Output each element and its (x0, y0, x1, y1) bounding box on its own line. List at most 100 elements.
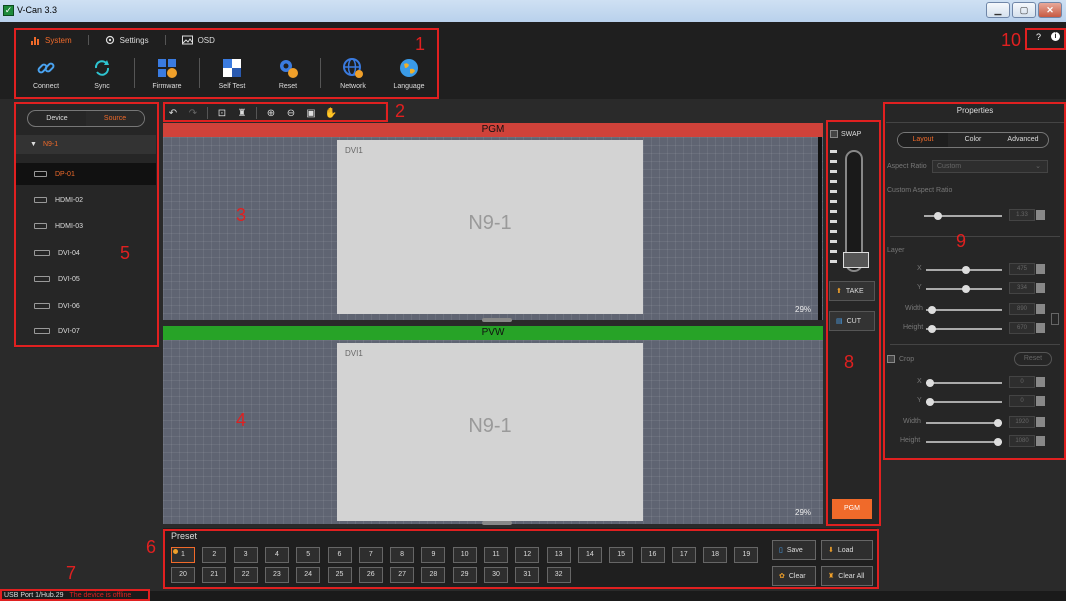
crop-y-slider[interactable] (926, 398, 1002, 406)
custom-aspect-input[interactable]: 1.33 (1009, 209, 1035, 221)
preset-button-16[interactable]: 16 (640, 547, 665, 563)
zoom-out-icon[interactable]: ⊖ (281, 108, 301, 119)
tab-color[interactable]: Color (948, 133, 998, 147)
save-preset-button[interactable]: ▯ Save (772, 540, 816, 560)
preset-button-13[interactable]: 13 (546, 547, 571, 563)
preset-button-26[interactable]: 26 (358, 567, 383, 583)
spin-icon[interactable] (1036, 264, 1045, 274)
redo-icon[interactable]: ↷ (183, 108, 203, 119)
preset-button-14[interactable]: 14 (577, 547, 602, 563)
spin-icon[interactable] (1036, 417, 1045, 427)
pvw-hscroll[interactable] (482, 521, 512, 525)
load-preset-button[interactable]: ⬇ Load (821, 540, 873, 560)
crop-y-input[interactable]: 0 (1009, 395, 1035, 407)
crop-x-input[interactable]: 0 (1009, 376, 1035, 388)
connect-button[interactable]: Connect (18, 56, 74, 90)
source-item-hdmi-03[interactable]: HDMI-03 (16, 215, 156, 237)
tbar-handle[interactable] (843, 252, 869, 268)
preset-button-1[interactable]: 1 (171, 547, 195, 563)
source-item-dp-01[interactable]: DP-01 (16, 163, 156, 185)
pvw-canvas[interactable]: DVI1 N9-1 29% (163, 340, 823, 524)
tab-settings[interactable]: Settings (89, 35, 166, 45)
clean-icon[interactable]: ♜ (232, 108, 252, 119)
pgm-layer[interactable]: DVI1 N9-1 (337, 140, 643, 314)
maximize-button[interactable]: ▢ (1012, 2, 1036, 18)
cut-button[interactable]: ▤ CUT (829, 311, 875, 331)
preset-button-7[interactable]: 7 (358, 547, 383, 563)
hand-icon[interactable]: ✋ (321, 108, 341, 119)
crop-x-slider[interactable] (926, 379, 1002, 387)
swap-toggle[interactable]: SWAP (830, 130, 861, 138)
minimize-button[interactable]: ▁ (986, 2, 1010, 18)
sync-button[interactable]: Sync (74, 56, 130, 90)
tab-layout[interactable]: Layout (898, 133, 948, 147)
lock-icon[interactable]: ⊡ (212, 108, 232, 119)
slider-knob[interactable] (962, 266, 970, 274)
swap-checkbox[interactable] (830, 130, 838, 138)
source-item-dvi-04[interactable]: DVI-04 (16, 242, 156, 264)
preset-button-31[interactable]: 31 (515, 567, 540, 583)
spin-icon[interactable] (1036, 323, 1045, 333)
preset-button-8[interactable]: 8 (390, 547, 415, 563)
tab-osd[interactable]: OSD (166, 35, 231, 45)
crop-height-input[interactable]: 1080 (1009, 435, 1035, 447)
preset-button-12[interactable]: 12 (515, 547, 540, 563)
preset-button-11[interactable]: 11 (484, 547, 508, 563)
spin-icon[interactable] (1036, 210, 1045, 220)
crop-reset-button[interactable]: Reset (1014, 352, 1052, 366)
preset-button-5[interactable]: 5 (296, 547, 321, 563)
slider-knob[interactable] (928, 325, 936, 333)
pvw-layer[interactable]: DVI1 N9-1 (337, 343, 643, 521)
firmware-button[interactable]: Firmware (139, 56, 195, 90)
aspect-lock-icon[interactable] (1051, 313, 1059, 325)
y-slider[interactable] (926, 285, 1002, 293)
clear-all-button[interactable]: ♜ Clear All (821, 566, 873, 586)
source-item-hdmi-02[interactable]: HDMI-02 (16, 189, 156, 211)
preset-button-3[interactable]: 3 (233, 547, 258, 563)
zoom-in-icon[interactable]: ⊕ (261, 108, 281, 119)
info-icon[interactable]: i (1051, 32, 1060, 41)
pgm-vscroll[interactable] (818, 137, 822, 320)
height-slider[interactable] (926, 325, 1002, 333)
reset-button[interactable]: Reset (260, 56, 316, 90)
device-tree-root[interactable]: ▼ N9-1 (16, 135, 156, 154)
crop-height-slider[interactable] (926, 438, 1002, 446)
preset-button-10[interactable]: 10 (452, 547, 477, 563)
segment-source[interactable]: Source (86, 111, 144, 126)
spin-icon[interactable] (1036, 396, 1045, 406)
spin-icon[interactable] (1036, 436, 1045, 446)
language-button[interactable]: Language (381, 56, 437, 90)
preset-button-9[interactable]: 9 (421, 547, 446, 563)
slider-knob[interactable] (994, 419, 1002, 427)
fit-icon[interactable]: ▣ (301, 108, 321, 119)
preset-button-28[interactable]: 28 (421, 567, 446, 583)
spin-icon[interactable] (1036, 304, 1045, 314)
height-input[interactable]: 670 (1009, 322, 1035, 334)
pgm-canvas[interactable]: DVI1 N9-1 29% (163, 137, 823, 320)
y-input[interactable]: 334 (1009, 282, 1035, 294)
slider-knob[interactable] (934, 212, 942, 220)
clear-preset-button[interactable]: ✿ Clear (772, 566, 816, 586)
tab-advanced[interactable]: Advanced (998, 133, 1048, 147)
x-input[interactable]: 475 (1009, 263, 1035, 275)
spin-icon[interactable] (1036, 377, 1045, 387)
preset-button-15[interactable]: 15 (609, 547, 634, 563)
crop-toggle[interactable]: Crop (887, 355, 914, 363)
undo-icon[interactable]: ↶ (163, 108, 183, 119)
selftest-button[interactable]: Self Test (204, 56, 260, 90)
preset-button-24[interactable]: 24 (296, 567, 321, 583)
source-item-dvi-05[interactable]: DVI-05 (16, 268, 156, 290)
preset-button-17[interactable]: 17 (671, 547, 696, 563)
slider-knob[interactable] (928, 306, 936, 314)
slider-knob[interactable] (926, 379, 934, 387)
close-button[interactable]: ✕ (1038, 2, 1062, 18)
custom-aspect-slider[interactable] (924, 212, 1002, 220)
preset-button-25[interactable]: 25 (327, 567, 352, 583)
take-button[interactable]: ⬆ TAKE (829, 281, 875, 301)
preset-button-19[interactable]: 19 (734, 547, 759, 563)
tab-system[interactable]: System (14, 35, 89, 45)
pgm-button[interactable]: PGM (832, 499, 872, 519)
slider-knob[interactable] (926, 398, 934, 406)
preset-button-6[interactable]: 6 (327, 547, 352, 563)
segment-device[interactable]: Device (28, 111, 86, 126)
